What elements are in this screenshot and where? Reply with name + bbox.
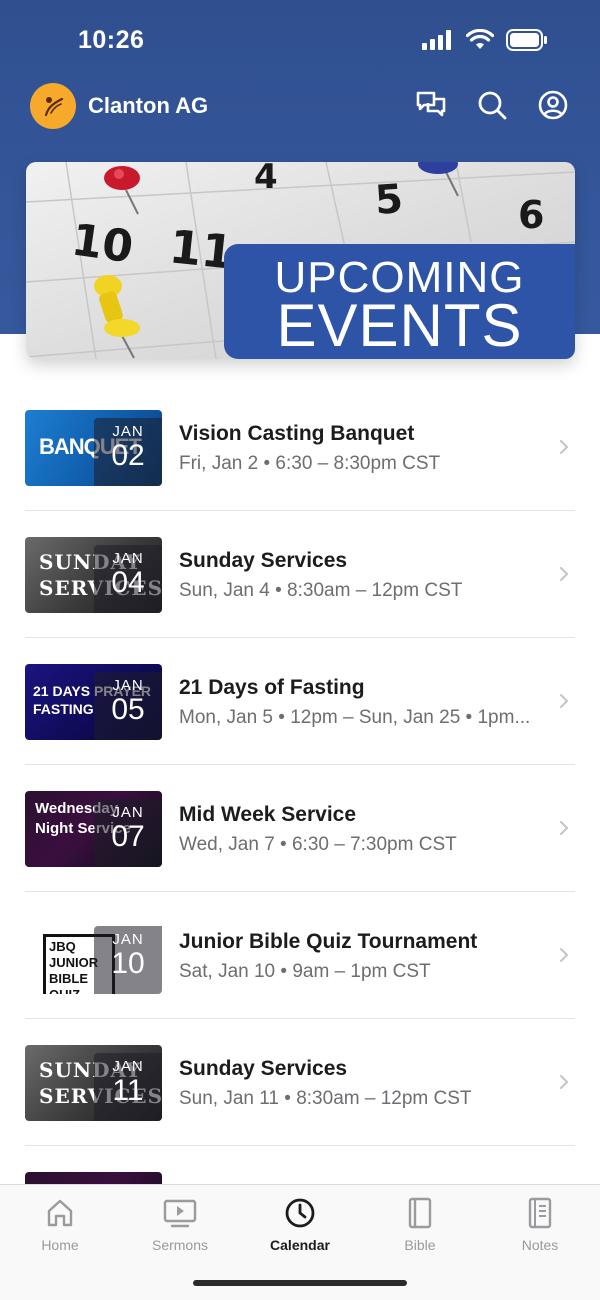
event-row[interactable]: BANQUET JAN 02 Vision Casting Banquet Fr… [25, 384, 575, 511]
home-icon [47, 1199, 73, 1227]
date-month: JAN [112, 804, 144, 821]
tab-calendar[interactable]: Calendar [240, 1195, 360, 1253]
clock-icon [285, 1198, 315, 1228]
date-month: JAN [112, 423, 144, 440]
event-thumbnail: BANQUET JAN 02 [25, 410, 162, 486]
church-logo-icon [44, 97, 64, 117]
date-month: JAN [112, 550, 144, 567]
tab-sermons[interactable]: Sermons [120, 1195, 240, 1253]
yellow-pushpin-icon [94, 275, 140, 359]
tab-label: Sermons [151, 1237, 209, 1253]
event-row[interactable]: 21 DAYS PRAYER FASTING JAN 05 21 Days of… [25, 638, 575, 765]
event-title: Vision Casting Banquet [179, 422, 415, 445]
date-badge: JAN 04 [94, 545, 162, 613]
chevron-right-icon [560, 694, 569, 708]
event-title: Mid Week Service [179, 803, 357, 826]
sermons-icon [163, 1199, 197, 1228]
date-badge: JAN 07 [94, 799, 162, 867]
date-badge: JAN 02 [94, 418, 162, 486]
event-row[interactable]: SUNDAY SERVICES JAN 04 Sunday Services S… [25, 511, 575, 638]
date-day: 04 [111, 566, 145, 599]
date-badge: JAN 11 [94, 1053, 162, 1121]
search-icon [478, 91, 507, 120]
chevron-right-icon [560, 440, 569, 454]
signal-icon [422, 30, 451, 50]
profile-button[interactable] [536, 88, 570, 122]
banner-title-box: UPCOMING EVENTS [224, 244, 575, 359]
event-datetime: Mon, Jan 5 • 12pm – Sun, Jan 25 • 1pm... [179, 707, 531, 728]
tab-label: Calendar [270, 1237, 330, 1253]
date-month: JAN [112, 931, 144, 948]
event-thumbnail: JBQ JUNIOR BIBLE QUIZ JAN 10 [25, 918, 162, 994]
messages-button[interactable] [414, 88, 448, 122]
event-thumbnail: Wednesday Night Service JAN 07 [25, 791, 162, 867]
event-title: Sunday Services [179, 1057, 348, 1080]
tab-bible[interactable]: Bible [360, 1195, 480, 1253]
battery-icon [506, 29, 547, 51]
date-badge: JAN 05 [94, 672, 162, 740]
org-name: Clanton AG [88, 93, 209, 118]
event-row[interactable]: Wednesday Night Service JAN 07 Mid Week … [25, 765, 575, 892]
date-month: JAN [112, 1058, 144, 1075]
home-indicator[interactable] [193, 1280, 407, 1286]
event-title: Sunday Services [179, 549, 348, 572]
events-list: BANQUET JAN 02 Vision Casting Banquet Fr… [25, 384, 575, 1273]
red-pushpin-icon [104, 166, 140, 215]
chevron-right-icon [560, 948, 569, 962]
event-datetime: Sun, Jan 11 • 8:30am – 12pm CST [179, 1088, 472, 1109]
event-thumbnail: SUNDAY SERVICES JAN 04 [25, 537, 162, 613]
date-badge: JAN 10 [94, 926, 162, 994]
date-day: 02 [111, 439, 145, 472]
app-header: Clanton AG [30, 82, 570, 130]
bible-icon [408, 1197, 432, 1229]
tab-label: Bible [404, 1237, 436, 1253]
tab-notes[interactable]: Notes [480, 1195, 600, 1253]
date-day: 05 [111, 693, 145, 726]
header-actions [414, 88, 570, 122]
calendar-number: 5 [373, 176, 404, 224]
date-month: JAN [112, 677, 144, 694]
chat-bubbles-icon [416, 91, 446, 117]
upcoming-events-banner[interactable]: 10 11 4 5 6 UPCOMING EVENTS [26, 162, 575, 359]
org-logo-avatar[interactable] [30, 83, 76, 129]
event-datetime: Sun, Jan 4 • 8:30am – 12pm CST [179, 580, 463, 601]
tab-label: Notes [521, 1237, 559, 1253]
status-bar: 10:26 [0, 0, 600, 80]
tab-label: Home [41, 1237, 79, 1253]
event-title: Junior Bible Quiz Tournament [179, 930, 478, 953]
calendar-number: 6 [518, 193, 544, 237]
event-thumbnail: SUNDAY SERVICES JAN 11 [25, 1045, 162, 1121]
date-day: 11 [112, 1074, 144, 1107]
date-day: 10 [111, 947, 145, 980]
banner-title-line2: EVENTS [276, 292, 523, 359]
tab-home[interactable]: Home [0, 1195, 120, 1253]
calendar-number: 4 [254, 162, 278, 197]
event-title: 21 Days of Fasting [179, 676, 365, 699]
status-time: 10:26 [78, 26, 145, 54]
chevron-right-icon [560, 567, 569, 581]
calendar-number: 10 [68, 214, 136, 273]
event-datetime: Sat, Jan 10 • 9am – 1pm CST [179, 961, 431, 982]
notes-icon [528, 1197, 552, 1229]
date-day: 07 [111, 820, 145, 853]
chevron-right-icon [560, 821, 569, 835]
search-button[interactable] [475, 88, 509, 122]
wifi-icon [466, 29, 494, 49]
event-datetime: Wed, Jan 7 • 6:30 – 7:30pm CST [179, 834, 457, 855]
profile-icon [538, 90, 568, 120]
chevron-right-icon [560, 1075, 569, 1089]
event-datetime: Fri, Jan 2 • 6:30 – 8:30pm CST [179, 453, 441, 474]
event-row[interactable]: SUNDAY SERVICES JAN 11 Sunday Services S… [25, 1019, 575, 1146]
status-icons [422, 29, 548, 51]
event-thumbnail: 21 DAYS PRAYER FASTING JAN 05 [25, 664, 162, 740]
event-row[interactable]: JBQ JUNIOR BIBLE QUIZ JAN 10 Junior Bibl… [25, 892, 575, 1019]
